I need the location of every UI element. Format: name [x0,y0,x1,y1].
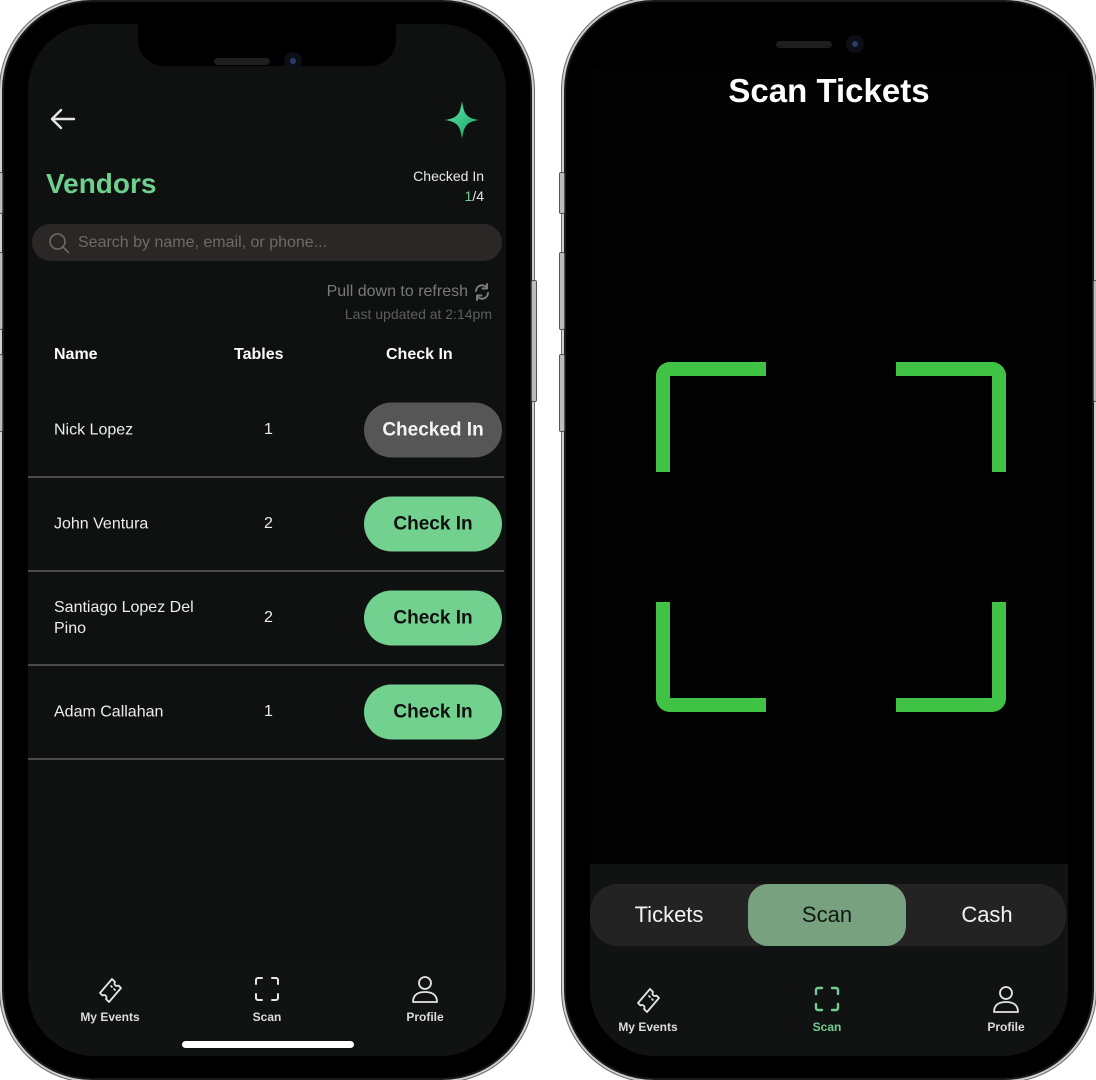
volume-up-button [0,252,3,330]
vendor-name: Nick Lopez [54,421,134,439]
page-title: Vendors [46,168,157,199]
table-row: John Ventura 2 Check In [28,478,504,572]
sparkle-icon [445,101,479,139]
sensor-housing [700,35,958,67]
ticket-icon [99,978,122,1003]
tab-bar: My Events Scan Profile [590,972,1068,1056]
person-icon [993,986,1019,1013]
search-bar[interactable] [32,224,502,261]
vendor-tables: 2 [264,609,273,626]
tab-bar: My Events Scan Profile [28,958,506,1056]
tab-scan[interactable]: Scan [772,982,882,1036]
mute-switch [559,172,565,214]
mode-segmented-control: Tickets Scan Cash [590,884,1066,946]
volume-up-button [559,252,565,330]
volume-down-button [559,354,565,432]
table-row: Santiago Lopez Del Pino 2 Check In [28,572,504,666]
checked-in-summary: Checked In 1/4 [413,166,484,206]
vendor-name: Santiago Lopez Del Pino [54,599,194,637]
phone-vendors: Vendors Checked In 1/4 Pull down to refr… [0,2,537,1078]
table-row: Adam Callahan 1 Check In [28,666,504,760]
check-in-button[interactable]: Check In [364,684,502,740]
table-row: Nick Lopez 1 Checked In [28,384,504,478]
tab-label: Profile [406,1010,444,1024]
refresh-info: Pull down to refresh Last updated at 2:1… [327,282,492,322]
mute-switch [0,172,3,214]
search-input[interactable] [78,233,502,252]
last-updated: Last updated at 2:14pm [344,306,492,322]
front-camera [846,35,864,53]
tab-my-events[interactable]: My Events [593,982,703,1036]
refresh-icon[interactable] [472,282,492,302]
tab-profile[interactable]: Profile [951,982,1061,1036]
power-button [531,280,537,402]
scan-screen: Scan Tickets Tickets Scan Cash My Events [590,24,1068,1056]
check-in-button[interactable]: Check In [364,590,502,646]
arrow-left-icon [50,108,76,130]
scan-frame-corner-bottom-left [656,602,766,712]
scan-frame-corner-top-right [896,362,1006,472]
vendors-screen: Vendors Checked In 1/4 Pull down to refr… [28,24,506,1056]
bottom-panel: Tickets Scan Cash My Events Scan Profile [590,864,1068,1056]
vendor-tables: 1 [264,703,273,720]
pull-to-refresh-hint: Pull down to refresh [326,283,468,300]
scan-icon [814,986,840,1012]
vendor-tables: 1 [264,421,273,438]
tab-my-events[interactable]: My Events [55,972,165,1026]
speaker [214,58,270,65]
scan-icon [255,977,279,1001]
tab-label: Profile [987,1020,1025,1034]
camera-viewfinder [590,70,1068,866]
vendor-list: Nick Lopez 1 Checked In John Ventura 2 C… [28,384,504,760]
check-in-button[interactable]: Check In [364,496,502,552]
vendor-tables: 2 [264,515,273,532]
tab-label: My Events [80,1010,140,1024]
column-header-name: Name [54,346,98,363]
ticket-icon [637,988,660,1013]
segment-cash[interactable]: Cash [908,884,1066,946]
vendor-name: Adam Callahan [54,703,164,721]
tab-scan[interactable]: Scan [212,972,322,1026]
segment-scan[interactable]: Scan [748,884,906,946]
scan-frame-corner-bottom-right [896,602,1006,712]
vendor-name: John Ventura [54,515,149,533]
page-title: Scan Tickets [728,72,930,109]
tab-profile[interactable]: Profile [370,972,480,1026]
front-camera [284,52,302,70]
speaker [776,41,832,48]
search-icon [49,232,70,253]
tab-label: Scan [252,1010,282,1024]
person-icon [412,976,438,1003]
checked-in-count: 1/4 [413,186,484,206]
tab-label: My Events [618,1020,678,1034]
home-indicator[interactable] [182,1041,354,1048]
scan-frame-corner-top-left [656,362,766,472]
back-button[interactable] [48,104,78,134]
phone-scan: Scan Tickets Tickets Scan Cash My Events [559,2,1096,1078]
checked-in-label: Checked In [413,168,484,184]
column-header-tables: Tables [234,346,284,363]
checked-in-button[interactable]: Checked In [364,402,502,458]
table-header: Name Tables Check In [28,346,506,370]
segment-tickets[interactable]: Tickets [590,884,748,946]
checked-in-total: /4 [472,188,484,204]
column-header-check-in: Check In [386,346,453,363]
tab-label: Scan [812,1020,842,1034]
notch [138,24,396,70]
volume-down-button [0,354,3,432]
